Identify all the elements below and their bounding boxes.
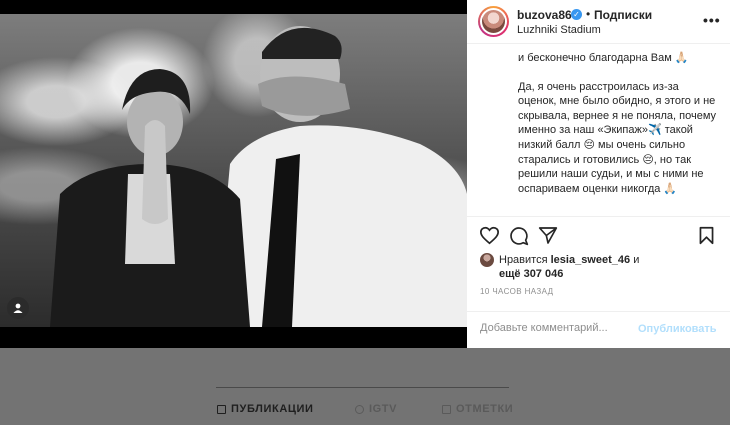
liker-username-link[interactable]: lesia_sweet_46	[551, 254, 631, 266]
caption-paragraph: и бесконечно благодарна Вам 🙏🏻	[518, 52, 689, 64]
post-timestamp[interactable]: 10 ЧАСОВ НАЗАД	[480, 287, 553, 296]
save-bookmark-icon[interactable]	[698, 226, 715, 245]
igtv-icon	[355, 404, 364, 414]
post-image	[0, 14, 467, 327]
comment-icon[interactable]	[509, 226, 529, 246]
comment-form: Опубликовать	[467, 311, 730, 350]
post-actions: Нравится lesia_sweet_46 и ещё 307 046 10…	[467, 216, 730, 349]
tab-igtv-label: IGTV	[369, 403, 398, 415]
tab-tagged[interactable]: ОТМЕТКИ	[442, 403, 513, 415]
tab-tagged-label: ОТМЕТКИ	[456, 403, 514, 415]
tab-posts[interactable]: ПУБЛИКАЦИИ	[217, 403, 314, 415]
tagged-people-button[interactable]	[7, 297, 29, 319]
comment-input[interactable]	[480, 322, 630, 334]
like-heart-icon[interactable]	[479, 226, 500, 245]
username-link[interactable]: buzova86	[517, 8, 572, 22]
liker-avatar[interactable]	[480, 253, 494, 267]
following-button[interactable]: Подписки	[594, 8, 652, 22]
separator-dot: •	[586, 7, 591, 21]
user-icon	[13, 303, 23, 313]
tab-igtv[interactable]: IGTV	[355, 403, 397, 415]
post-photo[interactable]	[0, 0, 467, 348]
post-header: buzova86 ✓ • Подписки Luzhniki Stadium •…	[467, 0, 730, 44]
avatar[interactable]	[478, 6, 509, 37]
tab-posts-label: ПУБЛИКАЦИИ	[231, 403, 314, 415]
likes-conj: и	[633, 254, 640, 266]
likes-prefix: Нравится	[499, 254, 548, 266]
more-options-icon[interactable]: •••	[703, 12, 721, 28]
likes-count-link[interactable]: ещё 307 046	[499, 267, 563, 281]
caption-paragraph: Да, я очень расстроилась из-за оценок, м…	[518, 80, 717, 195]
post-caption: и бесконечно благодарна Вам 🙏🏻 Да, я оче…	[518, 51, 718, 209]
share-icon[interactable]	[538, 226, 558, 245]
grid-icon	[217, 404, 226, 414]
verified-badge-icon: ✓	[571, 9, 582, 20]
tagged-icon	[442, 404, 451, 414]
post-side-panel: buzova86 ✓ • Подписки Luzhniki Stadium •…	[467, 0, 730, 348]
location-link[interactable]: Luzhniki Stadium	[517, 24, 601, 36]
publish-button[interactable]: Опубликовать	[638, 323, 717, 335]
tabs-divider	[216, 387, 509, 388]
photo-figures	[50, 26, 467, 327]
